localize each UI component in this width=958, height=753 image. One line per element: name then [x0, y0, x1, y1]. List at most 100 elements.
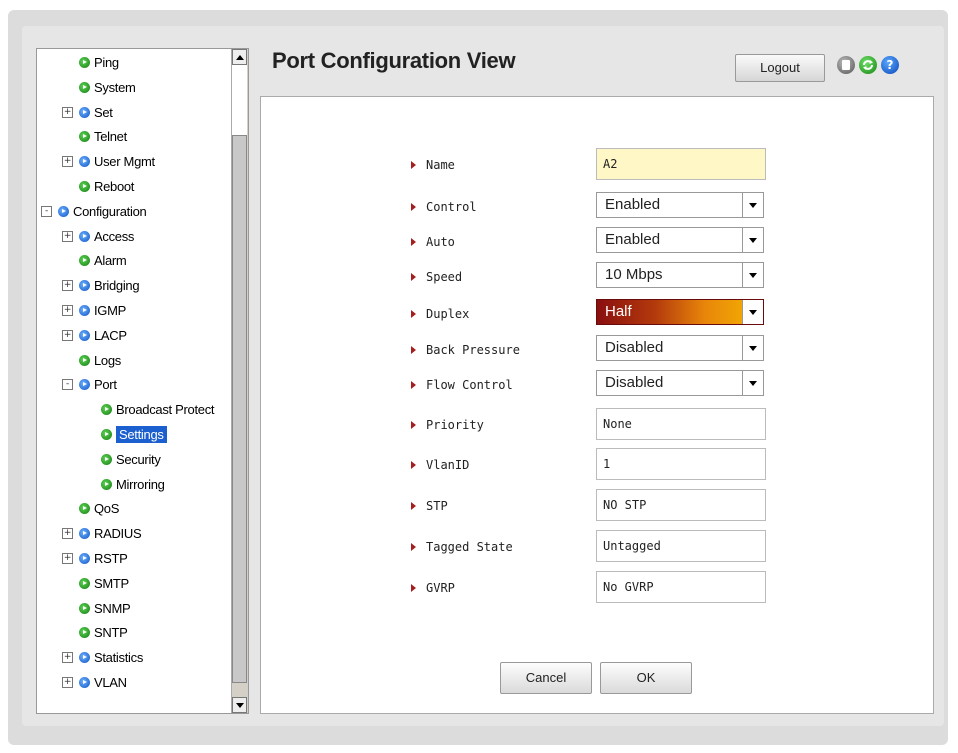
- tree-item-label: Telnet: [94, 129, 127, 145]
- speed-select[interactable]: 10 Mbps: [596, 262, 764, 288]
- tree-item-bridging[interactable]: + Bridging: [62, 275, 140, 297]
- tree-item-label: User Mgmt: [94, 154, 155, 170]
- expand-icon[interactable]: +: [62, 106, 73, 118]
- scroll-thumb[interactable]: [232, 135, 247, 683]
- flow-control-label: Flow Control: [411, 368, 513, 402]
- tree-item-lacp[interactable]: + LACP: [62, 325, 127, 347]
- chevron-down-icon[interactable]: [742, 263, 763, 287]
- bullet-icon: [79, 553, 90, 565]
- tree-item-vlan[interactable]: + VLAN: [62, 672, 127, 694]
- chevron-down-icon[interactable]: [742, 193, 763, 217]
- tree-item-user-mgmt[interactable]: + User Mgmt: [62, 151, 155, 173]
- tree-item-port[interactable]: - Port: [62, 374, 117, 396]
- duplex-row: Duplex Half: [261, 297, 933, 331]
- tree-item-telnet[interactable]: Telnet: [79, 126, 127, 148]
- tree-item-label: VLAN: [94, 675, 127, 690]
- bullet-icon: [79, 131, 90, 143]
- tree-item-alarm[interactable]: Alarm: [79, 250, 127, 272]
- expand-icon[interactable]: +: [62, 528, 73, 540]
- tree-item-label: IGMP: [94, 303, 127, 318]
- help-icon[interactable]: ?: [881, 56, 899, 74]
- stp-field[interactable]: NO STP: [596, 489, 766, 521]
- gvrp-row: GVRP No GVRP: [261, 571, 933, 605]
- collapse-icon[interactable]: -: [41, 205, 52, 217]
- expand-icon[interactable]: +: [62, 329, 73, 341]
- expand-icon[interactable]: +: [62, 305, 73, 317]
- tagged-state-field[interactable]: Untagged: [596, 530, 766, 562]
- name-field[interactable]: A2: [596, 148, 766, 180]
- refresh-icon[interactable]: [859, 56, 877, 74]
- speed-select-value: 10 Mbps: [605, 266, 663, 283]
- expand-icon[interactable]: +: [62, 677, 73, 689]
- tree-item-label: Broadcast Protect: [116, 402, 215, 418]
- auto-select[interactable]: Enabled: [596, 227, 764, 253]
- tree-item-settings[interactable]: Settings: [101, 424, 167, 446]
- flow-control-select[interactable]: Disabled: [596, 370, 764, 396]
- chevron-down-icon[interactable]: [742, 336, 763, 360]
- expand-icon[interactable]: +: [62, 553, 73, 565]
- tree-item-mirroring[interactable]: Mirroring: [101, 474, 165, 496]
- arrow-bullet-icon: [411, 583, 416, 592]
- arrow-bullet-icon: [411, 272, 416, 281]
- bullet-icon: [58, 205, 69, 217]
- control-select[interactable]: Enabled: [596, 192, 764, 218]
- expand-icon[interactable]: +: [62, 652, 73, 664]
- tree-item-configuration[interactable]: - Configuration: [41, 201, 147, 223]
- chevron-down-icon[interactable]: [742, 228, 763, 252]
- tree-item-security[interactable]: Security: [101, 449, 161, 471]
- tree-item-label: Bridging: [94, 278, 140, 294]
- duplex-label: Duplex: [411, 297, 469, 331]
- bullet-icon: [101, 478, 112, 490]
- scroll-track[interactable]: [232, 65, 247, 135]
- chevron-down-icon[interactable]: [742, 300, 763, 324]
- bullet-icon: [79, 577, 90, 589]
- arrow-bullet-icon: [411, 501, 416, 510]
- tree-item-reboot[interactable]: Reboot: [79, 176, 134, 198]
- arrow-bullet-icon: [411, 160, 416, 169]
- bullet-icon: [79, 354, 90, 366]
- flow-control-select-value: Disabled: [605, 374, 664, 391]
- tree-scrollbar[interactable]: [231, 49, 248, 713]
- tree-item-sntp[interactable]: SNTP: [79, 622, 128, 644]
- tree-item-access[interactable]: + Access: [62, 226, 134, 248]
- chevron-down-icon[interactable]: [742, 371, 763, 395]
- tree-item-smtp[interactable]: SMTP: [79, 573, 129, 595]
- vlanid-label: VlanID: [411, 448, 469, 482]
- tree-item-logs[interactable]: Logs: [79, 350, 121, 372]
- arrow-bullet-icon: [411, 309, 416, 318]
- tree-item-rstp[interactable]: + RSTP: [62, 548, 128, 570]
- vlanid-row: VlanID 1: [261, 448, 933, 482]
- ok-button[interactable]: OK: [600, 662, 692, 694]
- duplex-select[interactable]: Half: [596, 299, 764, 325]
- tree-item-label: SNMP: [94, 600, 131, 616]
- bullet-icon: [79, 652, 90, 664]
- page-title: Port Configuration View: [272, 48, 516, 73]
- port-config-form: Name A2 Control Enabled Auto Enabled Spe…: [260, 96, 934, 714]
- vlanid-field[interactable]: 1: [596, 448, 766, 480]
- tree-item-statistics[interactable]: + Statistics: [62, 647, 143, 669]
- tree-item-radius[interactable]: + RADIUS: [62, 523, 142, 545]
- tree-item-snmp[interactable]: SNMP: [79, 598, 131, 620]
- collapse-icon[interactable]: -: [62, 379, 73, 391]
- tree-item-system[interactable]: System: [79, 77, 136, 99]
- bullet-icon: [79, 230, 90, 242]
- scroll-down-arrow-icon[interactable]: [232, 697, 247, 713]
- tree-item-set[interactable]: + Set: [62, 102, 113, 124]
- tree-item-label: LACP: [94, 327, 127, 343]
- tree-item-ping[interactable]: Ping: [79, 52, 119, 74]
- gvrp-label: GVRP: [411, 571, 455, 605]
- logout-button[interactable]: Logout: [735, 54, 825, 82]
- expand-icon[interactable]: +: [62, 230, 73, 242]
- tree-item-broadcast-protect[interactable]: Broadcast Protect: [101, 399, 215, 421]
- gvrp-field[interactable]: No GVRP: [596, 571, 766, 603]
- back-pressure-select[interactable]: Disabled: [596, 335, 764, 361]
- expand-icon[interactable]: +: [62, 280, 73, 292]
- expand-icon[interactable]: +: [62, 156, 73, 168]
- scroll-up-arrow-icon[interactable]: [232, 49, 247, 65]
- tree-item-igmp[interactable]: + IGMP: [62, 300, 126, 322]
- tree-item-qos[interactable]: QoS: [79, 498, 119, 520]
- priority-field[interactable]: None: [596, 408, 766, 440]
- save-icon[interactable]: [837, 56, 855, 74]
- back-pressure-select-value: Disabled: [605, 339, 664, 356]
- cancel-button[interactable]: Cancel: [500, 662, 592, 694]
